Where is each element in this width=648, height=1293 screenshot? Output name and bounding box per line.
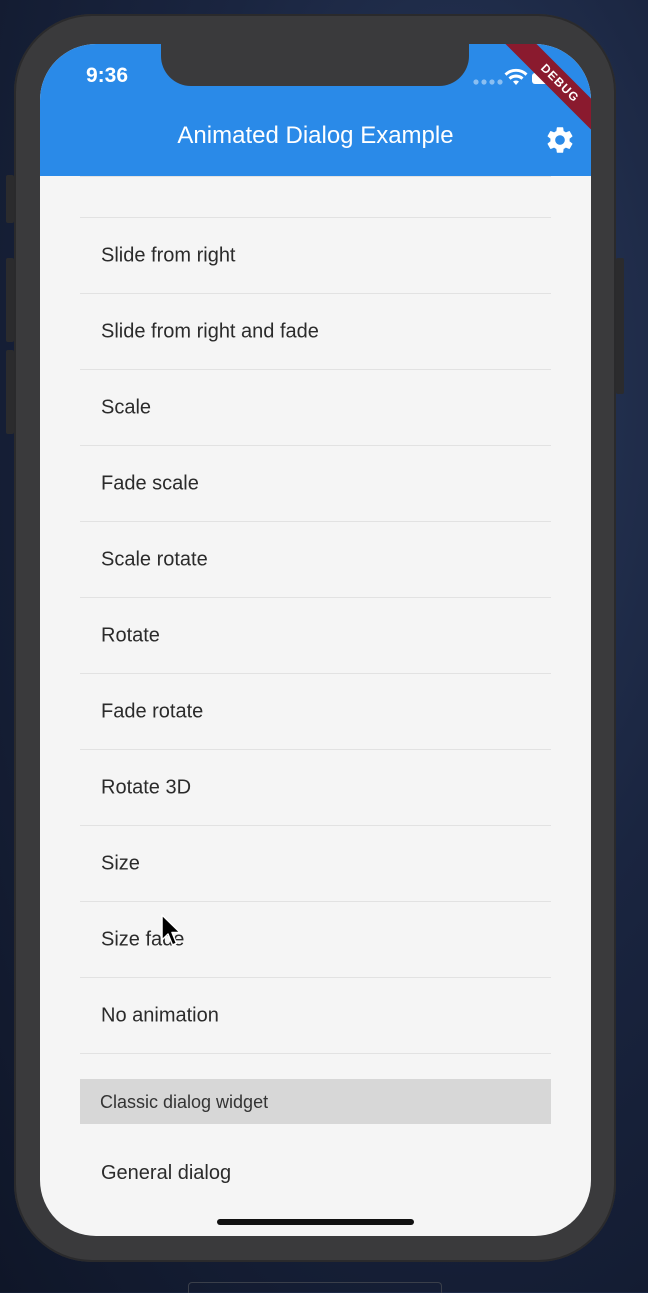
list-item[interactable]: Fade scale: [80, 446, 551, 522]
gear-icon: [547, 127, 573, 153]
list-item[interactable]: Scale rotate: [80, 522, 551, 598]
list-item-label: Rotate 3D: [101, 776, 192, 798]
notch: [161, 44, 469, 86]
section-header: Classic dialog widget: [80, 1079, 551, 1124]
list-item[interactable]: Fade rotate: [80, 674, 551, 750]
list-item[interactable]: Size: [80, 826, 551, 902]
list-item[interactable]: Rotate 3D: [80, 750, 551, 826]
app-bar: 9:36 DEBUG Animated Dialog Example: [40, 44, 591, 176]
volume-down-button: [6, 350, 14, 434]
list-item-label: Size: [101, 852, 140, 874]
list-item-label: Scale rotate: [101, 548, 208, 570]
list-item[interactable]: Scale: [80, 370, 551, 446]
list-item-label: General dialog: [101, 1162, 232, 1184]
signal-icon: [473, 79, 503, 85]
wifi-icon: [504, 68, 528, 85]
list-item-label: Scale: [101, 396, 152, 418]
list-item-label: Rotate: [101, 624, 160, 646]
list-item[interactable]: Rotate: [80, 598, 551, 674]
list-item-label: Fade scale: [101, 472, 199, 494]
list-item-label: Fade rotate: [101, 700, 204, 722]
settings-button[interactable]: [544, 124, 576, 156]
list-item[interactable]: [80, 176, 551, 218]
background-window-edge: [188, 1282, 442, 1293]
mute-switch: [6, 175, 14, 223]
list-item[interactable]: Slide from right and fade: [80, 294, 551, 370]
status-time: 9:36: [86, 64, 129, 87]
volume-up-button: [6, 258, 14, 342]
list-item-label: No animation: [101, 1004, 219, 1026]
phone-screen: 9:36 DEBUG Animated Dialog Example Slide…: [40, 44, 591, 1236]
animation-list: Slide from right Slide from right and fa…: [80, 176, 551, 1054]
power-button: [616, 258, 624, 394]
list-item[interactable]: Size fade: [80, 902, 551, 978]
list-item[interactable]: Slide from right: [80, 218, 551, 294]
section-header-label: Classic dialog widget: [100, 1092, 269, 1112]
mouse-cursor-icon: [161, 914, 183, 953]
list-item-label: Slide from right: [101, 244, 236, 266]
app-title: Animated Dialog Example: [177, 122, 454, 149]
home-indicator[interactable]: [217, 1219, 414, 1225]
list-item[interactable]: No animation: [80, 978, 551, 1054]
list-item[interactable]: General dialog: [80, 1139, 551, 1214]
list-item-label: Slide from right and fade: [101, 320, 319, 342]
